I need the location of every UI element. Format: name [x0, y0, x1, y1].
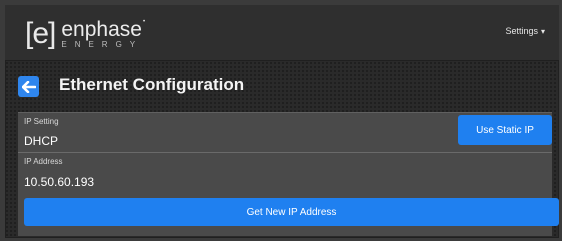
enphase-logo: [e] enphase• ENERGY: [25, 15, 145, 53]
logo-name-text: enphase: [61, 18, 142, 41]
logo-text: enphase• ENERGY: [61, 19, 145, 49]
ip-setting-label: IP Setting: [24, 117, 59, 126]
settings-label: Settings: [505, 26, 538, 36]
field-divider: [18, 152, 552, 153]
use-static-ip-button[interactable]: Use Static IP: [458, 115, 552, 145]
logo-subtitle: ENERGY: [61, 40, 144, 49]
ip-address-value: 10.50.60.193: [24, 175, 95, 189]
settings-menu[interactable]: Settings ▾: [505, 26, 545, 36]
page-title-bar: Ethernet Configuration: [5, 68, 559, 108]
page-title: Ethernet Configuration: [59, 75, 245, 94]
ip-address-label: IP Address: [24, 157, 63, 166]
app-frame: [e] enphase• ENERGY Settings ▾ Ethernet C…: [5, 5, 559, 238]
logo-registered-mark: •: [142, 19, 146, 25]
get-new-ip-address-button[interactable]: Get New IP Address: [24, 198, 559, 226]
chevron-down-icon: ▾: [540, 27, 545, 36]
ip-setting-value: DHCP: [24, 134, 59, 148]
ethernet-settings-panel: IP Setting DHCP Use Static IP IP Address…: [18, 112, 559, 236]
logo-mark: [e]: [25, 17, 56, 50]
logo-name: enphase•: [61, 19, 145, 40]
arrow-left-icon: [21, 80, 36, 93]
back-button[interactable]: [18, 76, 39, 97]
top-header: [e] enphase• ENERGY Settings ▾: [5, 5, 559, 61]
